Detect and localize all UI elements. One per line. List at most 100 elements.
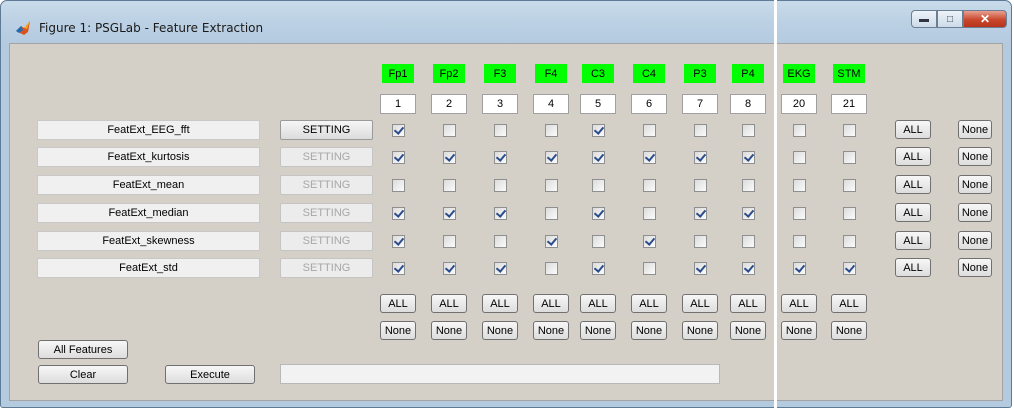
channel-checkbox[interactable]	[545, 235, 558, 248]
channel-checkbox[interactable]	[793, 151, 806, 164]
title-bar[interactable]: Figure 1: PSGLab - Feature Extraction ▬ …	[1, 1, 1011, 43]
channel-number-field[interactable]: 21	[831, 94, 867, 114]
column-select-none-button[interactable]: None	[580, 321, 616, 340]
clear-button[interactable]: Clear	[38, 365, 128, 384]
channel-checkbox[interactable]	[494, 124, 507, 137]
channel-number-field[interactable]: 2	[431, 94, 467, 114]
channel-checkbox[interactable]	[694, 124, 707, 137]
channel-checkbox[interactable]	[494, 151, 507, 164]
close-button[interactable]: ✕	[963, 10, 1007, 28]
channel-checkbox[interactable]	[742, 124, 755, 137]
channel-checkbox[interactable]	[843, 179, 856, 192]
channel-checkbox[interactable]	[843, 235, 856, 248]
channel-checkbox[interactable]	[494, 179, 507, 192]
channel-checkbox[interactable]	[793, 207, 806, 220]
channel-checkbox[interactable]	[592, 235, 605, 248]
row-select-all-button[interactable]: ALL	[895, 120, 931, 139]
channel-checkbox[interactable]	[392, 151, 405, 164]
channel-checkbox[interactable]	[443, 179, 456, 192]
channel-checkbox[interactable]	[545, 262, 558, 275]
channel-checkbox[interactable]	[443, 124, 456, 137]
column-select-none-button[interactable]: None	[831, 321, 867, 340]
channel-checkbox[interactable]	[545, 124, 558, 137]
channel-checkbox[interactable]	[643, 235, 656, 248]
column-select-none-button[interactable]: None	[682, 321, 718, 340]
column-select-all-button[interactable]: ALL	[380, 294, 416, 313]
row-select-all-button[interactable]: ALL	[895, 231, 931, 250]
channel-checkbox[interactable]	[443, 235, 456, 248]
row-select-all-button[interactable]: ALL	[895, 175, 931, 194]
row-select-none-button[interactable]: None	[958, 231, 992, 250]
column-select-all-button[interactable]: ALL	[482, 294, 518, 313]
channel-checkbox[interactable]	[742, 207, 755, 220]
row-select-none-button[interactable]: None	[958, 147, 992, 166]
channel-checkbox[interactable]	[392, 207, 405, 220]
row-select-all-button[interactable]: ALL	[895, 258, 931, 277]
channel-checkbox[interactable]	[592, 262, 605, 275]
channel-checkbox[interactable]	[392, 235, 405, 248]
column-select-none-button[interactable]: None	[533, 321, 569, 340]
channel-checkbox[interactable]	[545, 207, 558, 220]
minimize-button[interactable]: ▬	[911, 10, 937, 28]
channel-number-field[interactable]: 4	[533, 94, 569, 114]
maximize-button[interactable]: □	[937, 10, 963, 28]
channel-checkbox[interactable]	[494, 235, 507, 248]
column-select-none-button[interactable]: None	[380, 321, 416, 340]
column-select-all-button[interactable]: ALL	[682, 294, 718, 313]
channel-checkbox[interactable]	[843, 124, 856, 137]
channel-checkbox[interactable]	[694, 151, 707, 164]
channel-checkbox[interactable]	[643, 179, 656, 192]
column-select-all-button[interactable]: ALL	[533, 294, 569, 313]
row-select-none-button[interactable]: None	[958, 120, 992, 139]
channel-checkbox[interactable]	[742, 235, 755, 248]
row-select-all-button[interactable]: ALL	[895, 147, 931, 166]
channel-checkbox[interactable]	[443, 262, 456, 275]
channel-checkbox[interactable]	[793, 235, 806, 248]
channel-checkbox[interactable]	[742, 179, 755, 192]
channel-checkbox[interactable]	[443, 207, 456, 220]
channel-number-field[interactable]: 20	[781, 94, 817, 114]
channel-checkbox[interactable]	[843, 262, 856, 275]
all-features-button[interactable]: All Features	[38, 340, 128, 359]
channel-checkbox[interactable]	[843, 151, 856, 164]
column-select-all-button[interactable]: ALL	[631, 294, 667, 313]
column-select-none-button[interactable]: None	[482, 321, 518, 340]
column-select-all-button[interactable]: ALL	[730, 294, 766, 313]
channel-checkbox[interactable]	[843, 207, 856, 220]
channel-checkbox[interactable]	[545, 151, 558, 164]
row-select-none-button[interactable]: None	[958, 203, 992, 222]
channel-checkbox[interactable]	[592, 179, 605, 192]
column-select-none-button[interactable]: None	[781, 321, 817, 340]
channel-checkbox[interactable]	[793, 262, 806, 275]
column-select-all-button[interactable]: ALL	[831, 294, 867, 313]
channel-checkbox[interactable]	[742, 151, 755, 164]
channel-checkbox[interactable]	[494, 207, 507, 220]
channel-checkbox[interactable]	[392, 124, 405, 137]
channel-checkbox[interactable]	[694, 207, 707, 220]
column-select-all-button[interactable]: ALL	[781, 294, 817, 313]
channel-checkbox[interactable]	[592, 151, 605, 164]
channel-checkbox[interactable]	[545, 179, 558, 192]
column-select-all-button[interactable]: ALL	[431, 294, 467, 313]
column-select-none-button[interactable]: None	[730, 321, 766, 340]
channel-checkbox[interactable]	[443, 151, 456, 164]
channel-checkbox[interactable]	[694, 179, 707, 192]
channel-number-field[interactable]: 8	[730, 94, 766, 114]
setting-button[interactable]: SETTING	[280, 120, 373, 140]
channel-number-field[interactable]: 1	[380, 94, 416, 114]
column-select-all-button[interactable]: ALL	[580, 294, 616, 313]
row-select-none-button[interactable]: None	[958, 175, 992, 194]
channel-number-field[interactable]: 6	[631, 94, 667, 114]
row-select-all-button[interactable]: ALL	[895, 203, 931, 222]
column-select-none-button[interactable]: None	[431, 321, 467, 340]
channel-checkbox[interactable]	[643, 262, 656, 275]
column-select-none-button[interactable]: None	[631, 321, 667, 340]
channel-checkbox[interactable]	[643, 151, 656, 164]
channel-checkbox[interactable]	[494, 262, 507, 275]
channel-checkbox[interactable]	[392, 179, 405, 192]
channel-number-field[interactable]: 7	[682, 94, 718, 114]
channel-checkbox[interactable]	[592, 124, 605, 137]
channel-number-field[interactable]: 5	[580, 94, 616, 114]
channel-number-field[interactable]: 3	[482, 94, 518, 114]
channel-checkbox[interactable]	[793, 179, 806, 192]
